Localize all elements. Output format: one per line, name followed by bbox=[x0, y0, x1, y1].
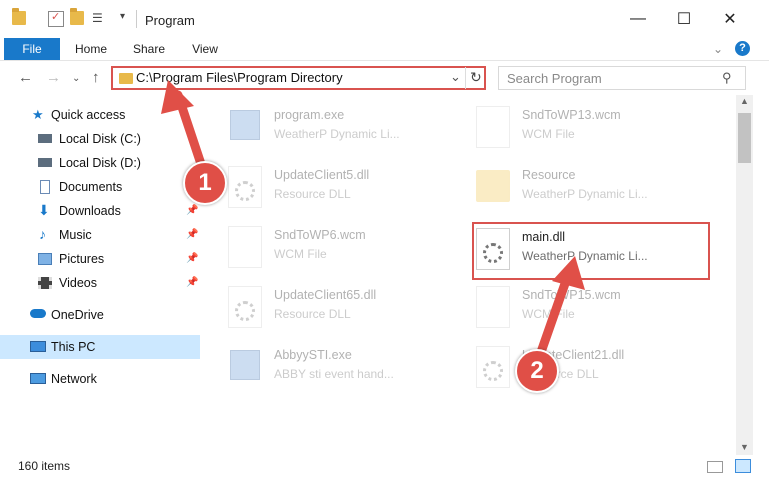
item-count: 160 items bbox=[18, 459, 71, 473]
large-icons-view-icon[interactable] bbox=[735, 459, 751, 473]
status-bar bbox=[0, 455, 769, 495]
arrow-1-head bbox=[161, 80, 194, 114]
arrow-2-shaft bbox=[535, 270, 573, 360]
annotation-arrows bbox=[161, 80, 585, 360]
details-view-icon[interactable] bbox=[707, 461, 723, 473]
step-1-badge: 1 bbox=[183, 161, 227, 205]
step-2-badge: 2 bbox=[515, 349, 559, 393]
arrow-2-head bbox=[552, 256, 585, 290]
